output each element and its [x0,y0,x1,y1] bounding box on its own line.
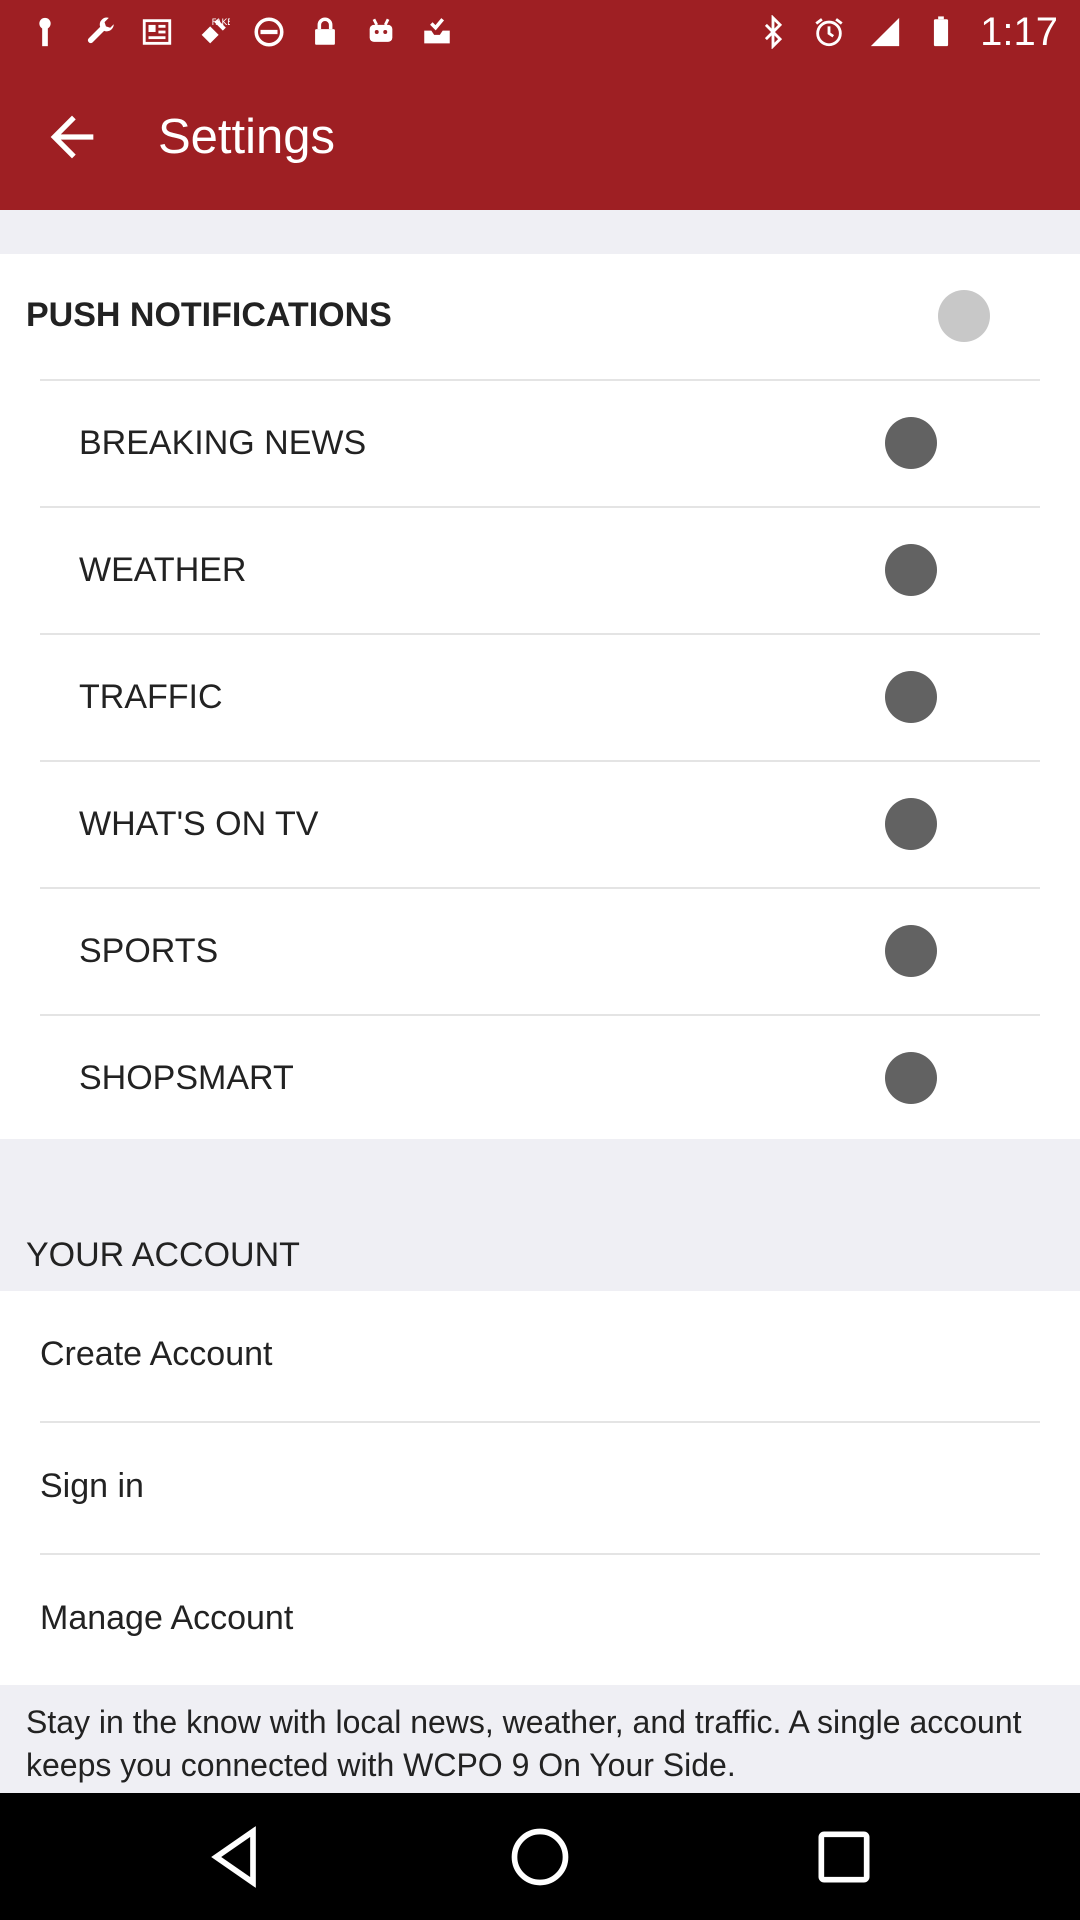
android-icon [369,18,393,42]
fake-gps-icon: FAKE [201,18,230,44]
notification-icon [39,17,51,47]
status-time: 1:17 [980,10,1058,54]
account-section-header: YOUR ACCOUNT [0,1139,1080,1291]
inbox-check-icon [424,18,450,44]
signal-icon [870,17,900,47]
blocked-icon [254,17,284,47]
create-account-label: Create Account [40,1335,273,1373]
recents-square-icon[interactable] [810,1823,878,1891]
top-spacer [0,210,1080,254]
sub-item-label: WEATHER [79,551,247,589]
push-notifications-card: PUSH NOTIFICATIONS BREAKING NEWS WEATHER… [0,254,1080,1139]
home-circle-icon[interactable] [506,1823,574,1891]
manage-account-item[interactable]: Manage Account [0,1555,1080,1686]
status-bar: FAKE 1:17 [0,0,1080,63]
svg-text:FAKE: FAKE [212,18,230,28]
shopsmart-toggle[interactable] [885,1052,937,1104]
back-triangle-icon[interactable] [202,1823,270,1891]
sub-item-shopsmart[interactable]: SHOPSMART [0,1015,1080,1142]
wrench-icon [87,17,114,44]
lock-icon [315,17,335,45]
back-arrow-icon[interactable] [40,105,104,169]
sub-item-label: TRAFFIC [79,678,223,716]
sub-item-label: SHOPSMART [79,1059,294,1097]
sports-toggle[interactable] [885,925,937,977]
sub-item-label: WHAT'S ON TV [79,805,319,843]
account-footer: Stay in the know with local news, weathe… [0,1685,1080,1793]
battery-icon [934,16,949,47]
breaking-news-toggle[interactable] [885,417,937,469]
sub-item-breaking-news[interactable]: BREAKING NEWS [0,380,1080,507]
whats-on-tv-toggle[interactable] [885,798,937,850]
alarm-icon [815,18,843,47]
news-icon [142,19,172,45]
status-left-icons: FAKE [28,12,454,52]
system-nav-bar [0,1793,1080,1920]
create-account-item[interactable]: Create Account [0,1291,1080,1422]
traffic-toggle[interactable] [885,671,937,723]
app-bar: Settings [0,63,1080,210]
page-title: Settings [158,110,336,164]
sub-item-sports[interactable]: SPORTS [0,888,1080,1015]
bluetooth-icon [765,15,783,49]
sub-item-whats-on-tv[interactable]: WHAT'S ON TV [0,761,1080,888]
push-notifications-row[interactable]: PUSH NOTIFICATIONS [0,254,1080,380]
account-footer-text: Stay in the know with local news, weathe… [26,1704,1022,1783]
sign-in-label: Sign in [40,1467,144,1505]
weather-toggle[interactable] [885,544,937,596]
sign-in-item[interactable]: Sign in [0,1423,1080,1554]
sub-item-label: SPORTS [79,932,219,970]
section-title: YOUR ACCOUNT [26,1236,300,1274]
push-notifications-toggle[interactable] [938,290,990,342]
sub-item-weather[interactable]: WEATHER [0,507,1080,634]
sub-item-traffic[interactable]: TRAFFIC [0,634,1080,761]
status-right-icons: 1:17 [756,10,1058,54]
sub-item-label: BREAKING NEWS [79,424,367,462]
account-card: Create Account Sign in Manage Account [0,1291,1080,1685]
manage-account-label: Manage Account [40,1599,294,1637]
push-notifications-label: PUSH NOTIFICATIONS [26,296,392,334]
